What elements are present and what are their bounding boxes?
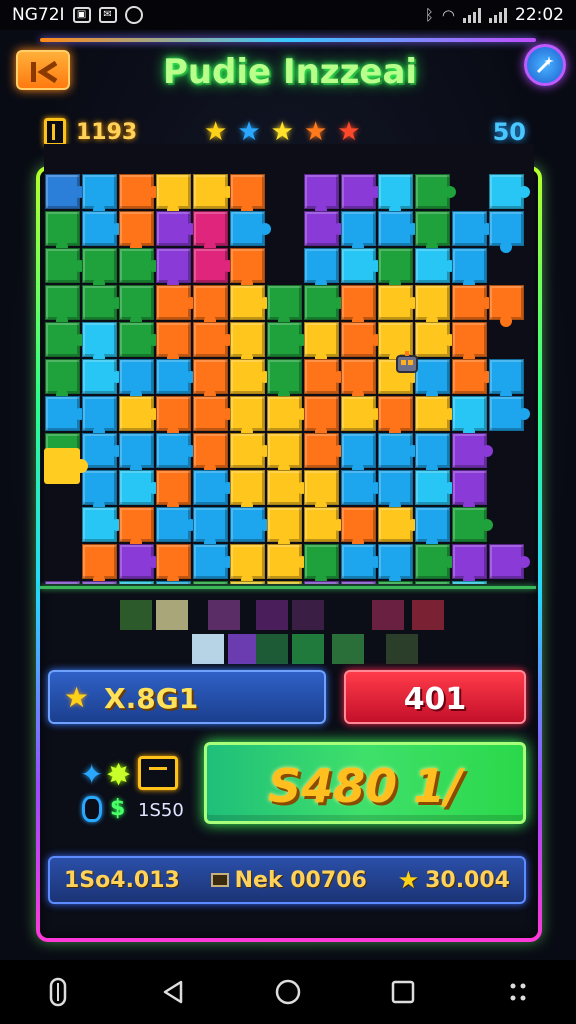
tray-piece[interactable]	[412, 600, 444, 630]
clock: 22:02	[515, 5, 564, 25]
score-panel: ★ X.8G1	[48, 670, 326, 724]
nav-menu-button[interactable]	[498, 972, 538, 1012]
tray-piece[interactable]	[192, 634, 224, 664]
boosters-panel[interactable]: ✦ ✸ $ 1S50	[78, 756, 188, 826]
green-star-icon: ✸	[106, 758, 132, 793]
tray-piece[interactable]	[372, 600, 404, 630]
puzzle-piece[interactable]	[193, 581, 228, 584]
robot-cursor-icon	[396, 351, 418, 373]
puzzle-piece[interactable]	[452, 581, 487, 584]
tray-piece[interactable]	[292, 600, 324, 630]
image-notification-icon: ▣	[72, 7, 91, 23]
back-button[interactable]	[16, 50, 70, 90]
puzzle-piece[interactable]	[267, 581, 302, 584]
tray-piece[interactable]	[256, 600, 288, 630]
tray-piece[interactable]	[292, 634, 324, 664]
puzzle-board[interactable]	[44, 144, 534, 584]
puzzle-piece-tab	[481, 519, 493, 531]
booster-count: 1S50	[138, 800, 184, 821]
coin-icon	[44, 118, 66, 146]
puzzle-piece-tab	[518, 186, 530, 198]
nav-recents-button[interactable]	[383, 972, 423, 1012]
moves-panel: 401	[344, 670, 526, 724]
star-icon: ★	[303, 117, 328, 147]
puzzle-piece[interactable]	[378, 581, 413, 584]
moves-value: 401	[403, 682, 467, 717]
carrier-text: NG72I	[12, 5, 65, 25]
box-icon	[210, 873, 229, 887]
big-action-button[interactable]: S480 1/	[204, 742, 526, 824]
star-icon: ★	[237, 117, 261, 147]
sync-notification-icon	[124, 6, 143, 24]
tray-piece[interactable]	[386, 634, 418, 664]
bluetooth-icon: ᛒ	[424, 6, 434, 24]
puzzle-piece-tab	[500, 241, 512, 253]
back-arrow-icon	[31, 60, 58, 84]
recents-square-icon	[391, 980, 415, 1004]
gem-icon	[82, 796, 102, 822]
puzzle-piece[interactable]	[230, 581, 265, 584]
tray-piece[interactable]	[256, 634, 288, 664]
capsule-icon	[49, 977, 66, 1007]
stat-right: ★ 30.004	[398, 866, 510, 894]
puzzle-piece[interactable]	[45, 581, 80, 584]
puzzle-piece-tab	[518, 556, 530, 568]
score-value: X.8G1	[104, 682, 199, 715]
signal-icon-2	[489, 7, 507, 23]
puzzle-piece[interactable]	[341, 581, 376, 584]
wifi-icon: ◠	[441, 6, 455, 24]
back-triangle-icon	[163, 980, 183, 1004]
dollar-icon: $	[110, 796, 126, 821]
piece-tray[interactable]	[96, 600, 496, 680]
loose-puzzle-piece[interactable]	[44, 448, 88, 484]
tray-piece[interactable]	[120, 600, 152, 630]
chest-icon[interactable]	[138, 756, 178, 790]
tray-piece[interactable]	[156, 600, 188, 630]
star-icon: ★	[270, 117, 294, 147]
wand-icon	[536, 56, 554, 74]
blue-star-icon: ✦	[80, 758, 104, 791]
puzzle-piece[interactable]	[156, 581, 191, 584]
stat-left: 1So4.013	[64, 868, 180, 893]
board-divider	[40, 586, 536, 589]
stat-left-value: 1So4.013	[64, 867, 180, 893]
dots-icon	[510, 983, 526, 1001]
puzzle-piece[interactable]	[119, 581, 154, 584]
level-number: 50	[492, 118, 526, 146]
navigation-bar	[0, 960, 576, 1024]
puzzle-piece[interactable]	[415, 581, 450, 584]
stat-right-value: 30.004	[425, 867, 510, 893]
nav-accessibility-button[interactable]	[38, 972, 78, 1012]
puzzle-piece[interactable]	[82, 581, 117, 584]
star-icon: ★	[337, 117, 361, 147]
top-neon-line	[40, 38, 536, 42]
coin-count: 1193	[76, 120, 138, 145]
star-icon: ★	[397, 866, 420, 894]
star-icon: ★	[204, 117, 228, 147]
stat-middle: Nek 00706	[210, 867, 367, 893]
level-stars: ★ ★ ★ ★ ★	[204, 118, 361, 146]
tray-piece[interactable]	[208, 600, 240, 630]
puzzle-piece-tab	[259, 223, 271, 235]
puzzle-piece-tab	[444, 186, 456, 198]
settings-button[interactable]	[524, 44, 566, 86]
tray-piece[interactable]	[332, 634, 364, 664]
score-star-icon: ★	[64, 681, 90, 714]
signal-icon	[463, 7, 481, 23]
stats-bar: 1So4.013 Nek 00706 ★ 30.004	[48, 856, 526, 904]
stat-middle-value: Nek 00706	[234, 867, 367, 893]
puzzle-piece-tab	[518, 408, 530, 420]
puzzle-piece-tab	[500, 315, 512, 327]
puzzle-piece-tab	[481, 445, 493, 457]
game-title: Pudie Inzzeai	[162, 52, 418, 92]
status-bar: NG72I ▣ ✉ ᛒ ◠ 22:02	[0, 0, 576, 30]
nav-home-button[interactable]	[268, 972, 308, 1012]
mail-notification-icon: ✉	[98, 7, 117, 23]
nav-back-button[interactable]	[153, 972, 193, 1012]
big-button-label: S480 1/	[268, 759, 462, 813]
home-circle-icon	[275, 979, 301, 1005]
puzzle-piece[interactable]	[304, 581, 339, 584]
